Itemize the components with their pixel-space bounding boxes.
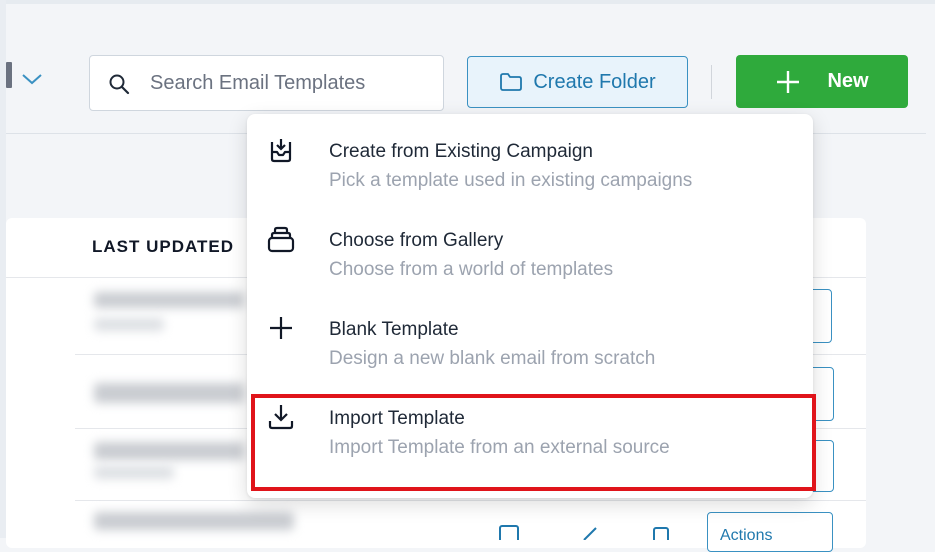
top-strip (0, 0, 935, 4)
new-label: New (827, 70, 869, 92)
column-header-last-updated[interactable]: LAST UPDATED (92, 237, 234, 257)
create-folder-button[interactable]: Create Folder (467, 56, 688, 108)
blurred-sub (94, 466, 174, 479)
blurred-sub (94, 318, 164, 331)
menu-item-title: Create from Existing Campaign (329, 141, 593, 162)
menu-item-description: Choose from a world of templates (329, 259, 614, 280)
folder-icon (500, 73, 523, 91)
menu-item-blank-template[interactable]: Blank Template Design a new blank email … (247, 292, 813, 380)
menu-item-choose-from-gallery[interactable]: Choose from Gallery Choose from a world … (247, 203, 813, 291)
menu-item-title: Choose from Gallery (329, 230, 504, 251)
plus-icon (270, 317, 292, 339)
blurred-date (94, 383, 244, 403)
search-box[interactable] (89, 55, 444, 111)
inbox-download-icon (270, 139, 292, 163)
highlight-box (251, 394, 816, 491)
view-selector[interactable] (6, 62, 12, 88)
toolbar-divider (711, 65, 712, 99)
search-input[interactable] (148, 56, 428, 110)
menu-item-description: Design a new blank email from scratch (329, 348, 656, 369)
blurred-date (94, 512, 294, 530)
row-divider (75, 500, 866, 501)
blurred-date (94, 442, 244, 460)
menu-item-description: Pick a template used in existing campaig… (329, 170, 693, 191)
menu-item-title: Blank Template (329, 319, 459, 340)
menu-item-create-from-existing-campaign[interactable]: Create from Existing Campaign Pick a tem… (247, 114, 813, 202)
chevron-down-icon[interactable] (20, 70, 44, 88)
create-folder-label: Create Folder (533, 70, 656, 93)
actions-label: Actions (720, 527, 773, 544)
plus-icon (777, 70, 800, 93)
blurred-date (94, 292, 244, 308)
new-button[interactable]: New (736, 55, 908, 108)
gallery-stack-icon (267, 226, 295, 253)
search-icon (109, 74, 130, 95)
